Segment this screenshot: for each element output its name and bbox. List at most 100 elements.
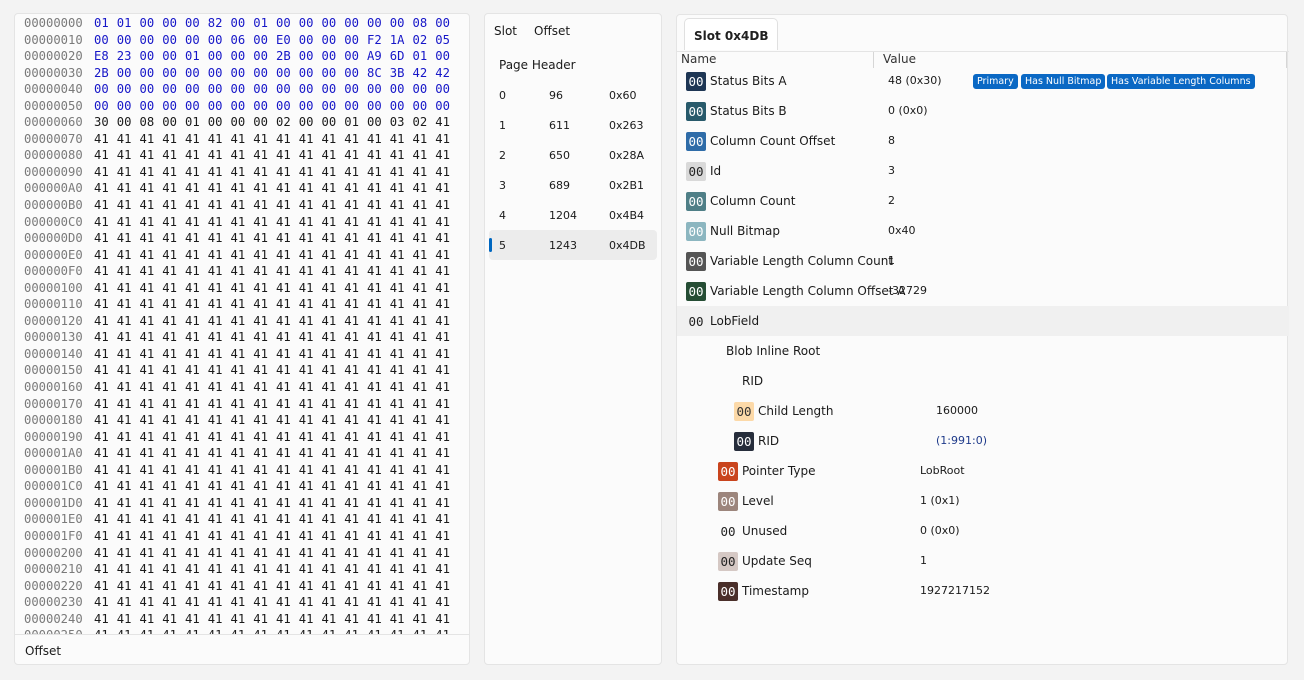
hex-byte[interactable]: 41 <box>162 412 185 429</box>
hex-byte[interactable]: 41 <box>140 296 163 313</box>
hex-byte[interactable]: 41 <box>185 611 208 628</box>
hex-byte[interactable]: 41 <box>185 131 208 148</box>
hex-byte[interactable]: 00 <box>162 32 185 49</box>
hex-byte[interactable]: 41 <box>231 578 254 595</box>
hex-byte[interactable]: 00 <box>344 48 367 65</box>
hex-byte[interactable]: 41 <box>117 528 140 545</box>
hex-byte[interactable]: 41 <box>390 445 413 462</box>
hex-byte[interactable]: 00 <box>367 114 390 131</box>
hex-byte[interactable]: 41 <box>185 280 208 297</box>
hex-byte[interactable]: 41 <box>253 561 276 578</box>
hex-byte[interactable]: 41 <box>162 495 185 512</box>
hex-byte[interactable]: 41 <box>390 230 413 247</box>
hex-byte[interactable]: 41 <box>208 214 231 231</box>
hex-byte[interactable]: 41 <box>140 545 163 562</box>
hex-byte[interactable]: 41 <box>117 578 140 595</box>
hex-byte[interactable]: 41 <box>413 445 436 462</box>
hex-byte[interactable]: 41 <box>94 147 117 164</box>
hex-byte[interactable]: 41 <box>344 230 367 247</box>
hex-byte[interactable]: 41 <box>276 528 299 545</box>
hex-byte[interactable]: 41 <box>185 396 208 413</box>
hex-byte[interactable]: 41 <box>117 280 140 297</box>
hex-byte[interactable]: 41 <box>276 445 299 462</box>
hex-byte[interactable]: 41 <box>185 197 208 214</box>
hex-byte[interactable]: 41 <box>208 147 231 164</box>
hex-byte[interactable]: 41 <box>276 164 299 181</box>
hex-byte[interactable]: 41 <box>276 511 299 528</box>
hex-byte[interactable]: 41 <box>344 379 367 396</box>
hex-byte[interactable]: 41 <box>231 379 254 396</box>
hex-byte[interactable]: 00 <box>367 98 390 115</box>
hex-byte[interactable]: 41 <box>322 611 345 628</box>
hex-byte[interactable]: 08 <box>413 15 436 32</box>
hex-byte[interactable]: 00 <box>435 48 458 65</box>
hex-byte[interactable]: 41 <box>390 429 413 446</box>
hex-byte[interactable]: 41 <box>276 379 299 396</box>
hex-byte[interactable]: 41 <box>231 147 254 164</box>
hex-byte[interactable]: 41 <box>94 280 117 297</box>
hex-byte[interactable]: 41 <box>413 429 436 446</box>
hex-byte[interactable]: 41 <box>253 379 276 396</box>
hex-byte[interactable]: 41 <box>413 396 436 413</box>
hex-byte[interactable]: 00 <box>185 65 208 82</box>
hex-byte[interactable]: 41 <box>231 462 254 479</box>
rid-link[interactable]: (1:991:0) <box>936 434 987 447</box>
hex-byte[interactable]: 41 <box>344 396 367 413</box>
hex-byte[interactable]: 41 <box>390 462 413 479</box>
hex-byte[interactable]: 41 <box>390 611 413 628</box>
hex-byte[interactable]: 41 <box>94 412 117 429</box>
hex-byte[interactable]: 41 <box>94 379 117 396</box>
hex-byte[interactable]: 41 <box>322 263 345 280</box>
hex-byte[interactable]: 41 <box>367 131 390 148</box>
hex-byte[interactable]: 00 <box>322 65 345 82</box>
hex-byte[interactable]: 41 <box>185 495 208 512</box>
hex-byte[interactable]: 41 <box>413 280 436 297</box>
hex-byte[interactable]: 41 <box>322 164 345 181</box>
hex-byte[interactable]: 41 <box>322 230 345 247</box>
hex-byte[interactable]: 41 <box>390 362 413 379</box>
hex-byte[interactable]: 41 <box>117 164 140 181</box>
hex-byte[interactable]: 41 <box>140 362 163 379</box>
hex-byte[interactable]: 41 <box>253 611 276 628</box>
hex-byte[interactable]: 41 <box>185 313 208 330</box>
hex-byte[interactable]: 41 <box>435 429 458 446</box>
property-row[interactable]: 00 Variable Length Column Offset A -32729 <box>677 276 1289 306</box>
property-row[interactable]: 00 LobField <box>677 306 1289 336</box>
hex-byte[interactable]: 41 <box>299 412 322 429</box>
hex-byte[interactable]: 41 <box>299 561 322 578</box>
hex-byte[interactable]: F2 <box>367 32 390 49</box>
hex-byte[interactable]: 41 <box>140 263 163 280</box>
hex-byte[interactable]: 41 <box>94 263 117 280</box>
hex-byte[interactable]: 41 <box>367 578 390 595</box>
hex-byte[interactable]: 41 <box>276 545 299 562</box>
hex-byte[interactable]: 41 <box>435 478 458 495</box>
property-row[interactable]: 00 Level 1 (0x1) <box>677 486 1289 516</box>
hex-byte[interactable]: 41 <box>322 594 345 611</box>
hex-byte[interactable]: 41 <box>344 147 367 164</box>
hex-byte[interactable]: 41 <box>413 528 436 545</box>
hex-byte[interactable]: 41 <box>322 379 345 396</box>
hex-byte[interactable]: 41 <box>208 280 231 297</box>
hex-byte[interactable]: 41 <box>162 247 185 264</box>
hex-byte[interactable]: 41 <box>185 511 208 528</box>
hex-byte[interactable]: 41 <box>344 594 367 611</box>
hex-byte[interactable]: 41 <box>413 545 436 562</box>
hex-byte[interactable]: 41 <box>231 528 254 545</box>
slot-item-1[interactable]: 1 611 0x263 <box>489 110 657 140</box>
property-row[interactable]: 00 Child Length 160000 <box>677 396 1289 426</box>
hex-byte[interactable]: 41 <box>344 362 367 379</box>
hex-byte[interactable]: 41 <box>344 180 367 197</box>
hex-byte[interactable]: 00 <box>322 15 345 32</box>
hex-byte[interactable]: 41 <box>413 611 436 628</box>
hex-byte[interactable]: 41 <box>276 230 299 247</box>
hex-byte[interactable]: 41 <box>231 594 254 611</box>
hex-byte[interactable]: 41 <box>367 247 390 264</box>
hex-byte[interactable]: 41 <box>208 396 231 413</box>
hex-byte[interactable]: 41 <box>253 429 276 446</box>
hex-byte[interactable]: 41 <box>435 561 458 578</box>
hex-byte[interactable]: 41 <box>276 346 299 363</box>
hex-byte[interactable]: 41 <box>322 561 345 578</box>
hex-byte[interactable]: 41 <box>253 296 276 313</box>
hex-byte[interactable]: 41 <box>344 611 367 628</box>
hex-byte[interactable]: 41 <box>253 545 276 562</box>
